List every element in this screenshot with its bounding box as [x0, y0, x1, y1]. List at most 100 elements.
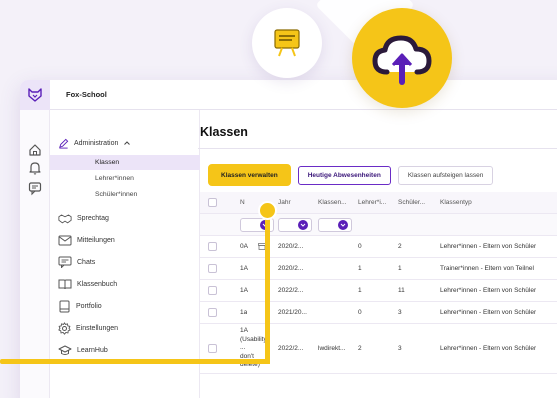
cell-type: Trainer*innen - Eltern von Teilnel [440, 265, 534, 272]
fox-logo-icon[interactable] [20, 80, 50, 110]
row-checkbox-cell [208, 236, 217, 257]
column-header-name[interactable]: N [240, 192, 245, 213]
row-checkbox-cell [208, 324, 217, 373]
select-all-checkbox[interactable] [208, 198, 217, 207]
page-title: Klassen [200, 125, 248, 139]
sidebar-item-label: Klassenbuch [77, 280, 118, 288]
sidebar-subitem-lehrerinnen[interactable]: Lehrer*innen [50, 171, 200, 186]
icon-rail [20, 110, 50, 398]
row-checkbox[interactable] [208, 344, 217, 353]
sidebar: Administration Klassen Lehrer*innen Schü… [50, 110, 200, 398]
chat-icon [58, 256, 72, 268]
filter-class-select[interactable] [318, 217, 352, 232]
table-row[interactable]: 1A 2020/2... 1 1 Trainer*innen - Eltern … [200, 258, 557, 280]
chevron-down-icon [338, 219, 348, 230]
row-checkbox-cell [208, 302, 217, 323]
upload-badge [352, 8, 452, 108]
row-checkbox[interactable] [208, 242, 217, 251]
cell-name-line: (Usability [240, 335, 267, 343]
main-content: Klassen Klassen verwalten Heutige Abwese… [198, 110, 557, 398]
highlight-connector-horizontal [0, 359, 267, 364]
pen-icon [59, 138, 69, 149]
promote-classes-button[interactable]: Klassen aufsteigen lassen [397, 165, 494, 185]
sidebar-subitem-label: Lehrer*innen [95, 175, 134, 182]
table-header-row: N Jahr Klassen... Lehrer*i... Schüler...… [200, 192, 557, 214]
sidebar-item-portfolio[interactable]: Portfolio [58, 297, 198, 315]
cell-year: 2020/2... [278, 265, 304, 272]
sidebar-item-sprechtag[interactable]: Sprechtag [58, 209, 198, 227]
table-row[interactable]: 0A 2020/2... 0 2 Lehrer*innen - Eltern v… [200, 236, 557, 258]
cell-teachers: 0 [358, 309, 362, 316]
cell-teachers: 2 [358, 345, 362, 352]
sidebar-subitem-label: Klassen [95, 159, 120, 166]
cell-students: 2 [398, 243, 402, 250]
row-checkbox[interactable] [208, 308, 217, 317]
cell-year: 2021/20... [278, 309, 307, 316]
cloud-upload-icon [372, 35, 432, 85]
cell-name: 1A [240, 265, 248, 272]
table-row[interactable]: 1A 2022/2... 1 11 Lehrer*innen - Eltern … [200, 280, 557, 302]
chat-icon[interactable] [27, 180, 43, 196]
app-window: Fox-School Administration Klassen Lehrer… [20, 80, 557, 398]
row-checkbox-cell [208, 258, 217, 279]
classes-table: N Jahr Klassen... Lehrer*i... Schüler...… [200, 192, 557, 374]
highlight-marker [258, 201, 277, 220]
sidebar-item-chats[interactable]: Chats [58, 253, 198, 271]
select-all-cell [208, 192, 217, 213]
graduation-cap-icon [58, 345, 72, 355]
bell-icon[interactable] [27, 160, 43, 176]
table-row[interactable]: 1a 2021/20... 0 3 Lehrer*innen - Eltern … [200, 302, 557, 324]
column-header-year[interactable]: Jahr [278, 192, 291, 213]
sidebar-item-learnhub[interactable]: LearnHub [58, 341, 198, 359]
sidebar-item-label: Administration [74, 139, 119, 147]
cell-name: 1a [240, 309, 248, 316]
action-bar: Klassen verwalten Heutige Abwesenheiten … [208, 164, 500, 186]
cell-students: 3 [398, 309, 402, 316]
chevron-up-icon [124, 141, 131, 145]
table-row[interactable]: 1A (Usability ... don't delete) 2022/2..… [200, 324, 557, 374]
cell-type: Lehrer*innen - Eltern von Schüler [440, 243, 537, 250]
sidebar-item-klassenbuch[interactable]: Klassenbuch [58, 275, 198, 293]
home-icon[interactable] [27, 142, 43, 158]
cell-type: Lehrer*innen - Eltern von Schüler [440, 345, 537, 352]
sidebar-item-administration[interactable]: Administration [58, 134, 198, 152]
sidebar-subitem-schuelerinnen[interactable]: Schüler*innen [50, 187, 200, 202]
column-header-class[interactable]: Klassen... [318, 192, 347, 213]
chevron-down-icon [298, 219, 308, 230]
column-header-students[interactable]: Schüler... [398, 192, 425, 213]
todays-absences-button[interactable]: Heutige Abwesenheiten [297, 165, 391, 185]
cell-name: 0A [240, 243, 248, 250]
cell-type: Lehrer*innen - Eltern von Schüler [440, 287, 537, 294]
sidebar-subitem-klassen[interactable]: Klassen [50, 155, 200, 170]
presentation-badge [252, 8, 322, 78]
sidebar-subitem-label: Schüler*innen [95, 191, 138, 198]
sidebar-item-mitteilungen[interactable]: Mitteilungen [58, 231, 198, 249]
cell-year: 2022/2... [278, 287, 304, 294]
manage-classes-button[interactable]: Klassen verwalten [208, 164, 291, 186]
filter-year-select[interactable] [278, 217, 312, 232]
cell-type: Lehrer*innen - Eltern von Schüler [440, 309, 537, 316]
row-checkbox[interactable] [208, 286, 217, 295]
sidebar-item-label: Portfolio [76, 302, 102, 310]
cell-name-line: 1A [240, 327, 248, 335]
cell-name: 1A [240, 287, 248, 294]
cell-class: lwdirekt... [318, 345, 346, 352]
column-header-type[interactable]: Klassentyp [440, 192, 472, 213]
cell-name-line: ... [240, 344, 246, 352]
cell-year: 2020/2... [278, 243, 304, 250]
handshake-icon [58, 213, 72, 223]
sidebar-item-label: Chats [77, 258, 96, 266]
mail-icon [58, 235, 72, 245]
row-checkbox[interactable] [208, 264, 217, 273]
cell-teachers: 1 [358, 265, 362, 272]
cell-teachers: 0 [358, 243, 362, 250]
sidebar-item-einstellungen[interactable]: Einstellungen [58, 319, 198, 337]
book-icon [58, 279, 72, 290]
cell-students: 1 [398, 265, 402, 272]
table-filter-row [200, 214, 557, 236]
portfolio-icon [59, 300, 70, 312]
sidebar-item-label: Sprechtag [77, 214, 109, 222]
row-checkbox-cell [208, 280, 217, 301]
column-header-teachers[interactable]: Lehrer*i... [358, 192, 386, 213]
presentation-board-icon [274, 29, 300, 57]
